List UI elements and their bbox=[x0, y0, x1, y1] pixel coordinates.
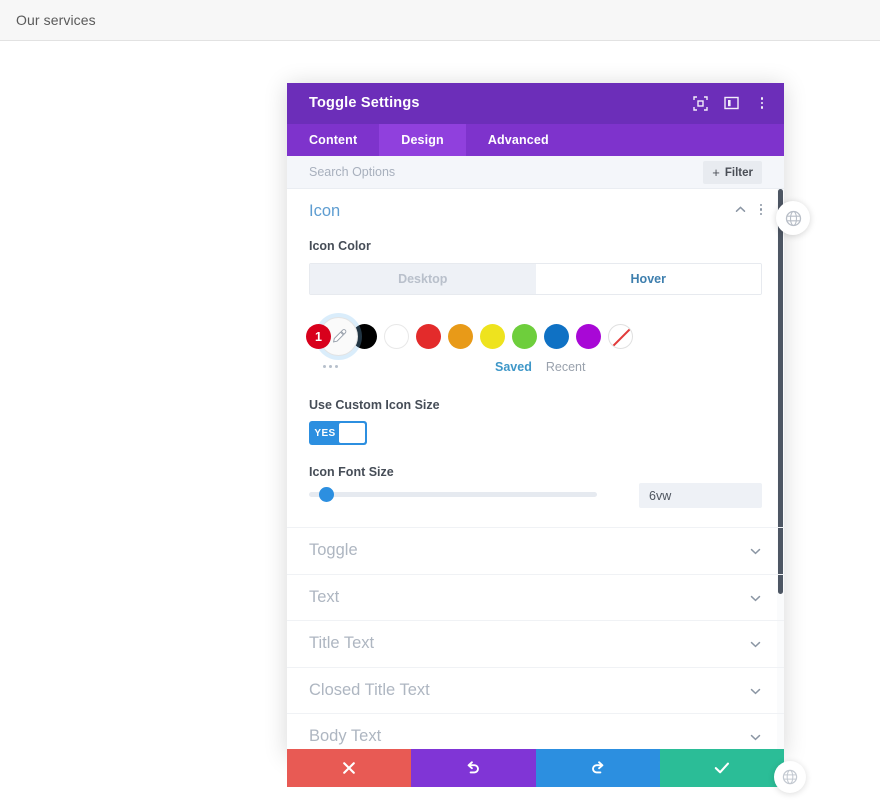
toggle-state-label: YES bbox=[314, 427, 336, 439]
section-text-label: Text bbox=[309, 587, 340, 606]
section-body-text[interactable]: Body Text bbox=[287, 713, 784, 749]
swatch-no-color[interactable] bbox=[608, 324, 633, 349]
search-options-row: + Filter bbox=[287, 156, 784, 189]
color-picker-wrapper: 1 bbox=[306, 317, 358, 356]
swatch-orange[interactable] bbox=[448, 324, 473, 349]
check-icon bbox=[714, 762, 729, 774]
swatch-white[interactable] bbox=[384, 324, 409, 349]
page-title: Our services bbox=[16, 12, 96, 28]
icon-color-state-tabs: Desktop Hover bbox=[309, 263, 762, 295]
color-count-badge: 1 bbox=[306, 324, 331, 349]
swatch-subrow: Saved Recent bbox=[309, 360, 762, 382]
tab-content[interactable]: Content bbox=[287, 124, 379, 156]
section-icon-title: Icon bbox=[309, 201, 341, 220]
modal-tabbar: Content Design Advanced bbox=[287, 124, 784, 156]
cancel-button[interactable] bbox=[287, 749, 412, 787]
chevron-up-icon[interactable] bbox=[734, 203, 747, 216]
tab-recent-colors[interactable]: Recent bbox=[546, 360, 586, 374]
kebab-menu-icon[interactable] bbox=[759, 203, 762, 216]
tab-saved-colors[interactable]: Saved bbox=[495, 360, 532, 374]
swatch-red[interactable] bbox=[416, 324, 441, 349]
save-button[interactable] bbox=[659, 749, 784, 787]
toggle-knob bbox=[339, 423, 365, 443]
close-icon bbox=[343, 762, 355, 774]
layout-panel-icon[interactable] bbox=[722, 94, 740, 112]
section-title-text-label: Title Text bbox=[309, 634, 375, 653]
section-closed-title-text[interactable]: Closed Title Text bbox=[287, 666, 784, 714]
settings-scroll-body: Icon Icon Color Desktop Hover 1 Saved Re… bbox=[287, 189, 784, 749]
chevron-down-icon[interactable] bbox=[749, 685, 762, 703]
section-icon-header[interactable]: Icon bbox=[309, 189, 762, 233]
modal-titlebar-icons bbox=[691, 94, 771, 112]
responsive-globe-button[interactable] bbox=[776, 201, 810, 235]
chevron-down-icon[interactable] bbox=[749, 731, 762, 749]
section-icon-controls bbox=[734, 203, 762, 216]
swatch-purple[interactable] bbox=[576, 324, 601, 349]
icon-font-size-slider[interactable] bbox=[309, 487, 597, 502]
redo-button[interactable] bbox=[535, 749, 660, 787]
plus-icon: + bbox=[712, 165, 720, 180]
swatch-blue[interactable] bbox=[544, 324, 569, 349]
search-input[interactable] bbox=[309, 165, 689, 179]
swatch-green[interactable] bbox=[512, 324, 537, 349]
chevron-down-icon[interactable] bbox=[749, 545, 762, 563]
icon-font-size-input[interactable] bbox=[639, 483, 762, 508]
section-icon: Icon Icon Color Desktop Hover 1 Saved Re… bbox=[287, 189, 784, 527]
tab-design[interactable]: Design bbox=[379, 124, 466, 156]
state-tab-hover[interactable]: Hover bbox=[535, 264, 761, 294]
filter-button[interactable]: + Filter bbox=[703, 161, 762, 184]
icon-font-size-control bbox=[309, 483, 762, 508]
section-title-text[interactable]: Title Text bbox=[287, 620, 784, 667]
modal-titlebar: Toggle Settings bbox=[287, 83, 784, 124]
color-swatch-row: 1 bbox=[306, 317, 762, 356]
use-custom-icon-size-label: Use Custom Icon Size bbox=[309, 398, 440, 412]
redo-icon bbox=[591, 761, 603, 774]
tab-advanced[interactable]: Advanced bbox=[466, 124, 571, 156]
section-body-text-label: Body Text bbox=[309, 727, 382, 746]
fullscreen-icon[interactable] bbox=[691, 94, 709, 112]
toggle-settings-modal: Toggle Settings Content Design Advanced … bbox=[287, 83, 810, 793]
modal-title: Toggle Settings bbox=[309, 95, 420, 111]
section-closed-title-text-label: Closed Title Text bbox=[309, 680, 430, 699]
more-colors-icon[interactable] bbox=[323, 365, 338, 368]
section-text[interactable]: Text bbox=[287, 573, 784, 621]
chevron-down-icon[interactable] bbox=[749, 592, 762, 610]
filter-button-label: Filter bbox=[724, 166, 753, 179]
undo-icon bbox=[468, 761, 480, 774]
chevron-down-icon[interactable] bbox=[749, 638, 762, 656]
saved-recent-tabs: Saved Recent bbox=[495, 360, 585, 374]
swatch-yellow[interactable] bbox=[480, 324, 505, 349]
kebab-menu-icon[interactable] bbox=[753, 94, 771, 112]
icon-font-size-label: Icon Font Size bbox=[309, 465, 394, 479]
slider-handle[interactable] bbox=[319, 487, 334, 502]
use-custom-icon-size-toggle[interactable]: YES bbox=[309, 421, 367, 445]
responsive-globe-button-footer[interactable] bbox=[774, 761, 806, 793]
section-toggle-label: Toggle bbox=[309, 541, 358, 560]
modal-footer bbox=[287, 749, 806, 793]
icon-color-label: Icon Color bbox=[309, 239, 371, 253]
section-toggle[interactable]: Toggle bbox=[287, 527, 784, 574]
state-tab-desktop[interactable]: Desktop bbox=[310, 264, 536, 294]
undo-button[interactable] bbox=[411, 749, 536, 787]
page-header-bar: Our services bbox=[0, 0, 880, 41]
